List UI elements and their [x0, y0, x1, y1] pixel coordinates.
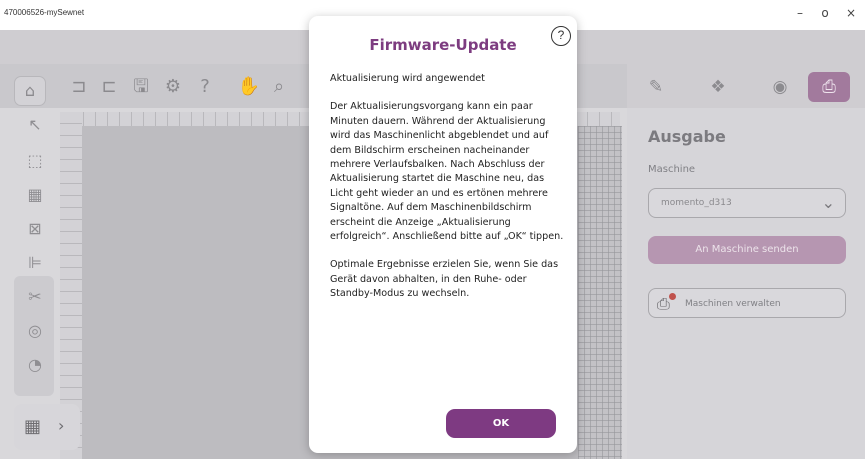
- cut-icon[interactable]: ✂: [18, 282, 52, 312]
- chevron-down-icon: ⌄: [821, 193, 835, 212]
- machine-label: Maschine: [648, 164, 696, 175]
- close-button[interactable]: ×: [843, 6, 859, 20]
- question-icon[interactable]: ?: [551, 26, 571, 46]
- machine-select-value: momento_d313: [661, 198, 732, 208]
- chevron-right-icon: ›: [58, 416, 65, 435]
- grid-panel-icon: ▦: [24, 416, 42, 437]
- help-icon[interactable]: ?: [192, 74, 218, 100]
- dialog-paragraph-2: Optimale Ergebnisse erzielen Sie, wenn S…: [330, 259, 559, 300]
- panel-heading: Ausgabe: [648, 127, 726, 146]
- maximize-button[interactable]: o: [817, 6, 833, 20]
- ok-button[interactable]: OK: [446, 409, 556, 438]
- group-icon[interactable]: ▦: [18, 180, 52, 210]
- canvas-grid: [578, 126, 622, 459]
- preview-icon[interactable]: ◉: [766, 74, 794, 100]
- manage-machines-button[interactable]: ⎙ Maschinen verwalten: [648, 288, 846, 318]
- minimize-button[interactable]: –: [792, 6, 808, 20]
- dialog-paragraph-1: Der Aktualisierungsvorgang kann ein paar…: [330, 101, 564, 242]
- window-title: 470006526-mySewnet: [4, 8, 85, 17]
- ungroup-icon[interactable]: ⊠: [18, 214, 52, 244]
- zoom-icon[interactable]: ⌕: [266, 74, 292, 100]
- select-icon[interactable]: ↖: [18, 110, 52, 140]
- redo-icon[interactable]: ⊏: [96, 74, 122, 100]
- notification-badge: [669, 293, 676, 300]
- send-to-machine-button[interactable]: An Maschine senden: [648, 236, 846, 264]
- align-icon[interactable]: ⊫: [18, 248, 52, 278]
- settings-icon[interactable]: ⚙: [160, 74, 186, 100]
- pan-icon[interactable]: ✋: [236, 74, 262, 100]
- edit-icon[interactable]: ✎: [642, 74, 670, 100]
- output-icon[interactable]: ⎙: [808, 72, 850, 102]
- weld-icon[interactable]: ◎: [18, 316, 52, 346]
- layers-icon[interactable]: ❖: [704, 74, 732, 100]
- firmware-update-dialog: Firmware-Update ? Aktualisierung wird an…: [309, 16, 577, 453]
- dialog-body: Aktualisierung wird angewendet Der Aktua…: [330, 72, 565, 315]
- left-tool-column: ↖ ⬚ ▦ ⊠ ⊫ ✂ ◎ ◔: [18, 110, 52, 400]
- marquee-select-icon[interactable]: ⬚: [18, 146, 52, 176]
- home-icon[interactable]: ⌂: [14, 76, 46, 106]
- panel-toggle-button[interactable]: ▦ ›: [14, 404, 80, 450]
- save-icon[interactable]: 🖫: [128, 74, 154, 100]
- output-panel: [627, 108, 865, 459]
- printer-icon: ⎙: [657, 294, 670, 313]
- manage-machines-label: Maschinen verwalten: [685, 299, 781, 309]
- dialog-status: Aktualisierung wird angewendet: [330, 73, 485, 84]
- dialog-title: Firmware-Update: [369, 36, 517, 54]
- machine-select[interactable]: momento_d313 ⌄: [648, 188, 846, 218]
- fill-icon[interactable]: ◔: [18, 350, 52, 380]
- undo-icon[interactable]: ⊐: [66, 74, 92, 100]
